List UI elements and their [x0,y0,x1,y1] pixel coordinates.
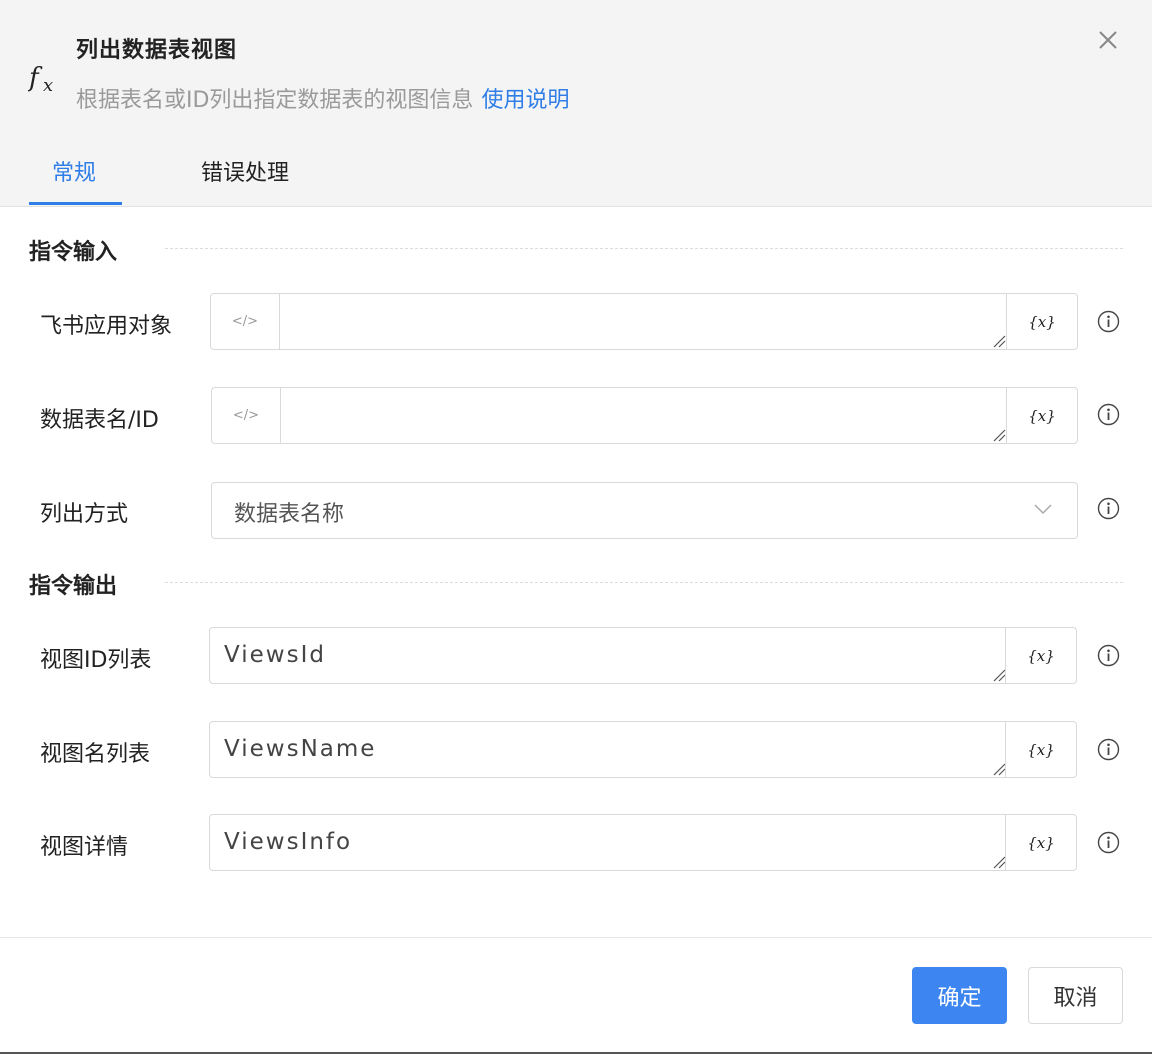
view-id-list-label: 视图ID列表 [40,648,152,673]
section-output-title: 指令输出 [29,574,118,599]
list-mode-label: 列出方式 [40,502,129,527]
variable-button[interactable]: {x} [1006,388,1077,443]
subtitle-text: 根据表名或ID列出指定数据表的视图信息 [76,88,474,113]
table-name-id-field[interactable] [282,388,1005,443]
resize-grip-icon[interactable] [992,762,1006,776]
list-mode-select[interactable]: 数据表名称 [211,482,1078,539]
info-icon[interactable] [1097,310,1120,333]
dialog-title: 列出数据表视图 [76,38,238,63]
view-id-list-input-group: {x} [209,627,1077,684]
code-icon[interactable]: </> [211,294,280,349]
code-icon[interactable]: </> [212,388,281,443]
info-icon[interactable] [1097,403,1120,426]
help-link[interactable]: 使用说明 [481,88,569,113]
variable-button[interactable]: {x} [1005,628,1076,683]
feishu-app-label: 飞书应用对象 [40,314,173,339]
ok-button[interactable]: 确定 [912,967,1007,1024]
section-input-title: 指令输入 [29,240,118,265]
view-id-list-field[interactable] [210,628,1006,683]
tab-general[interactable]: 常规 [52,155,96,187]
feishu-app-input-group: </> {x} [210,293,1078,350]
fx-icon: f x [28,63,53,96]
variable-button[interactable]: {x} [1005,815,1076,870]
table-name-id-input-group: </> {x} [211,387,1078,444]
variable-button[interactable]: {x} [1006,294,1077,349]
info-icon[interactable] [1097,738,1120,761]
info-icon[interactable] [1097,497,1120,520]
section-divider [165,248,1123,249]
view-name-list-field[interactable] [210,722,1006,777]
view-name-list-input-group: {x} [209,721,1077,778]
cancel-button[interactable]: 取消 [1028,967,1123,1024]
info-icon[interactable] [1097,831,1120,854]
section-divider [165,582,1123,583]
view-detail-label: 视图详情 [40,835,129,860]
tab-error-handling[interactable]: 错误处理 [201,155,289,187]
active-tab-indicator [29,202,122,205]
feishu-app-field[interactable] [281,294,1005,349]
chevron-down-icon [1034,504,1052,515]
dialog: f x 列出数据表视图 根据表名或ID列出指定数据表的视图信息 使用说明 常规 错… [0,0,1152,1054]
svg-text:x: x [43,75,53,96]
resize-grip-icon[interactable] [992,855,1006,869]
dialog-header: f x 列出数据表视图 根据表名或ID列出指定数据表的视图信息 使用说明 常规 错… [0,0,1152,207]
resize-grip-icon[interactable] [992,668,1006,682]
view-name-list-label: 视图名列表 [40,742,151,767]
view-detail-input-group: {x} [209,814,1077,871]
info-icon[interactable] [1097,644,1120,667]
view-detail-field[interactable] [210,815,1006,870]
dialog-subtitle: 根据表名或ID列出指定数据表的视图信息 使用说明 [76,82,569,114]
resize-grip-icon[interactable] [992,334,1006,348]
table-name-id-label: 数据表名/ID [40,408,159,433]
list-mode-value: 数据表名称 [234,502,345,527]
variable-button[interactable]: {x} [1005,722,1076,777]
close-icon[interactable] [1093,25,1123,55]
resize-grip-icon[interactable] [992,428,1006,442]
svg-text:f: f [28,63,43,93]
footer-divider [0,937,1152,938]
